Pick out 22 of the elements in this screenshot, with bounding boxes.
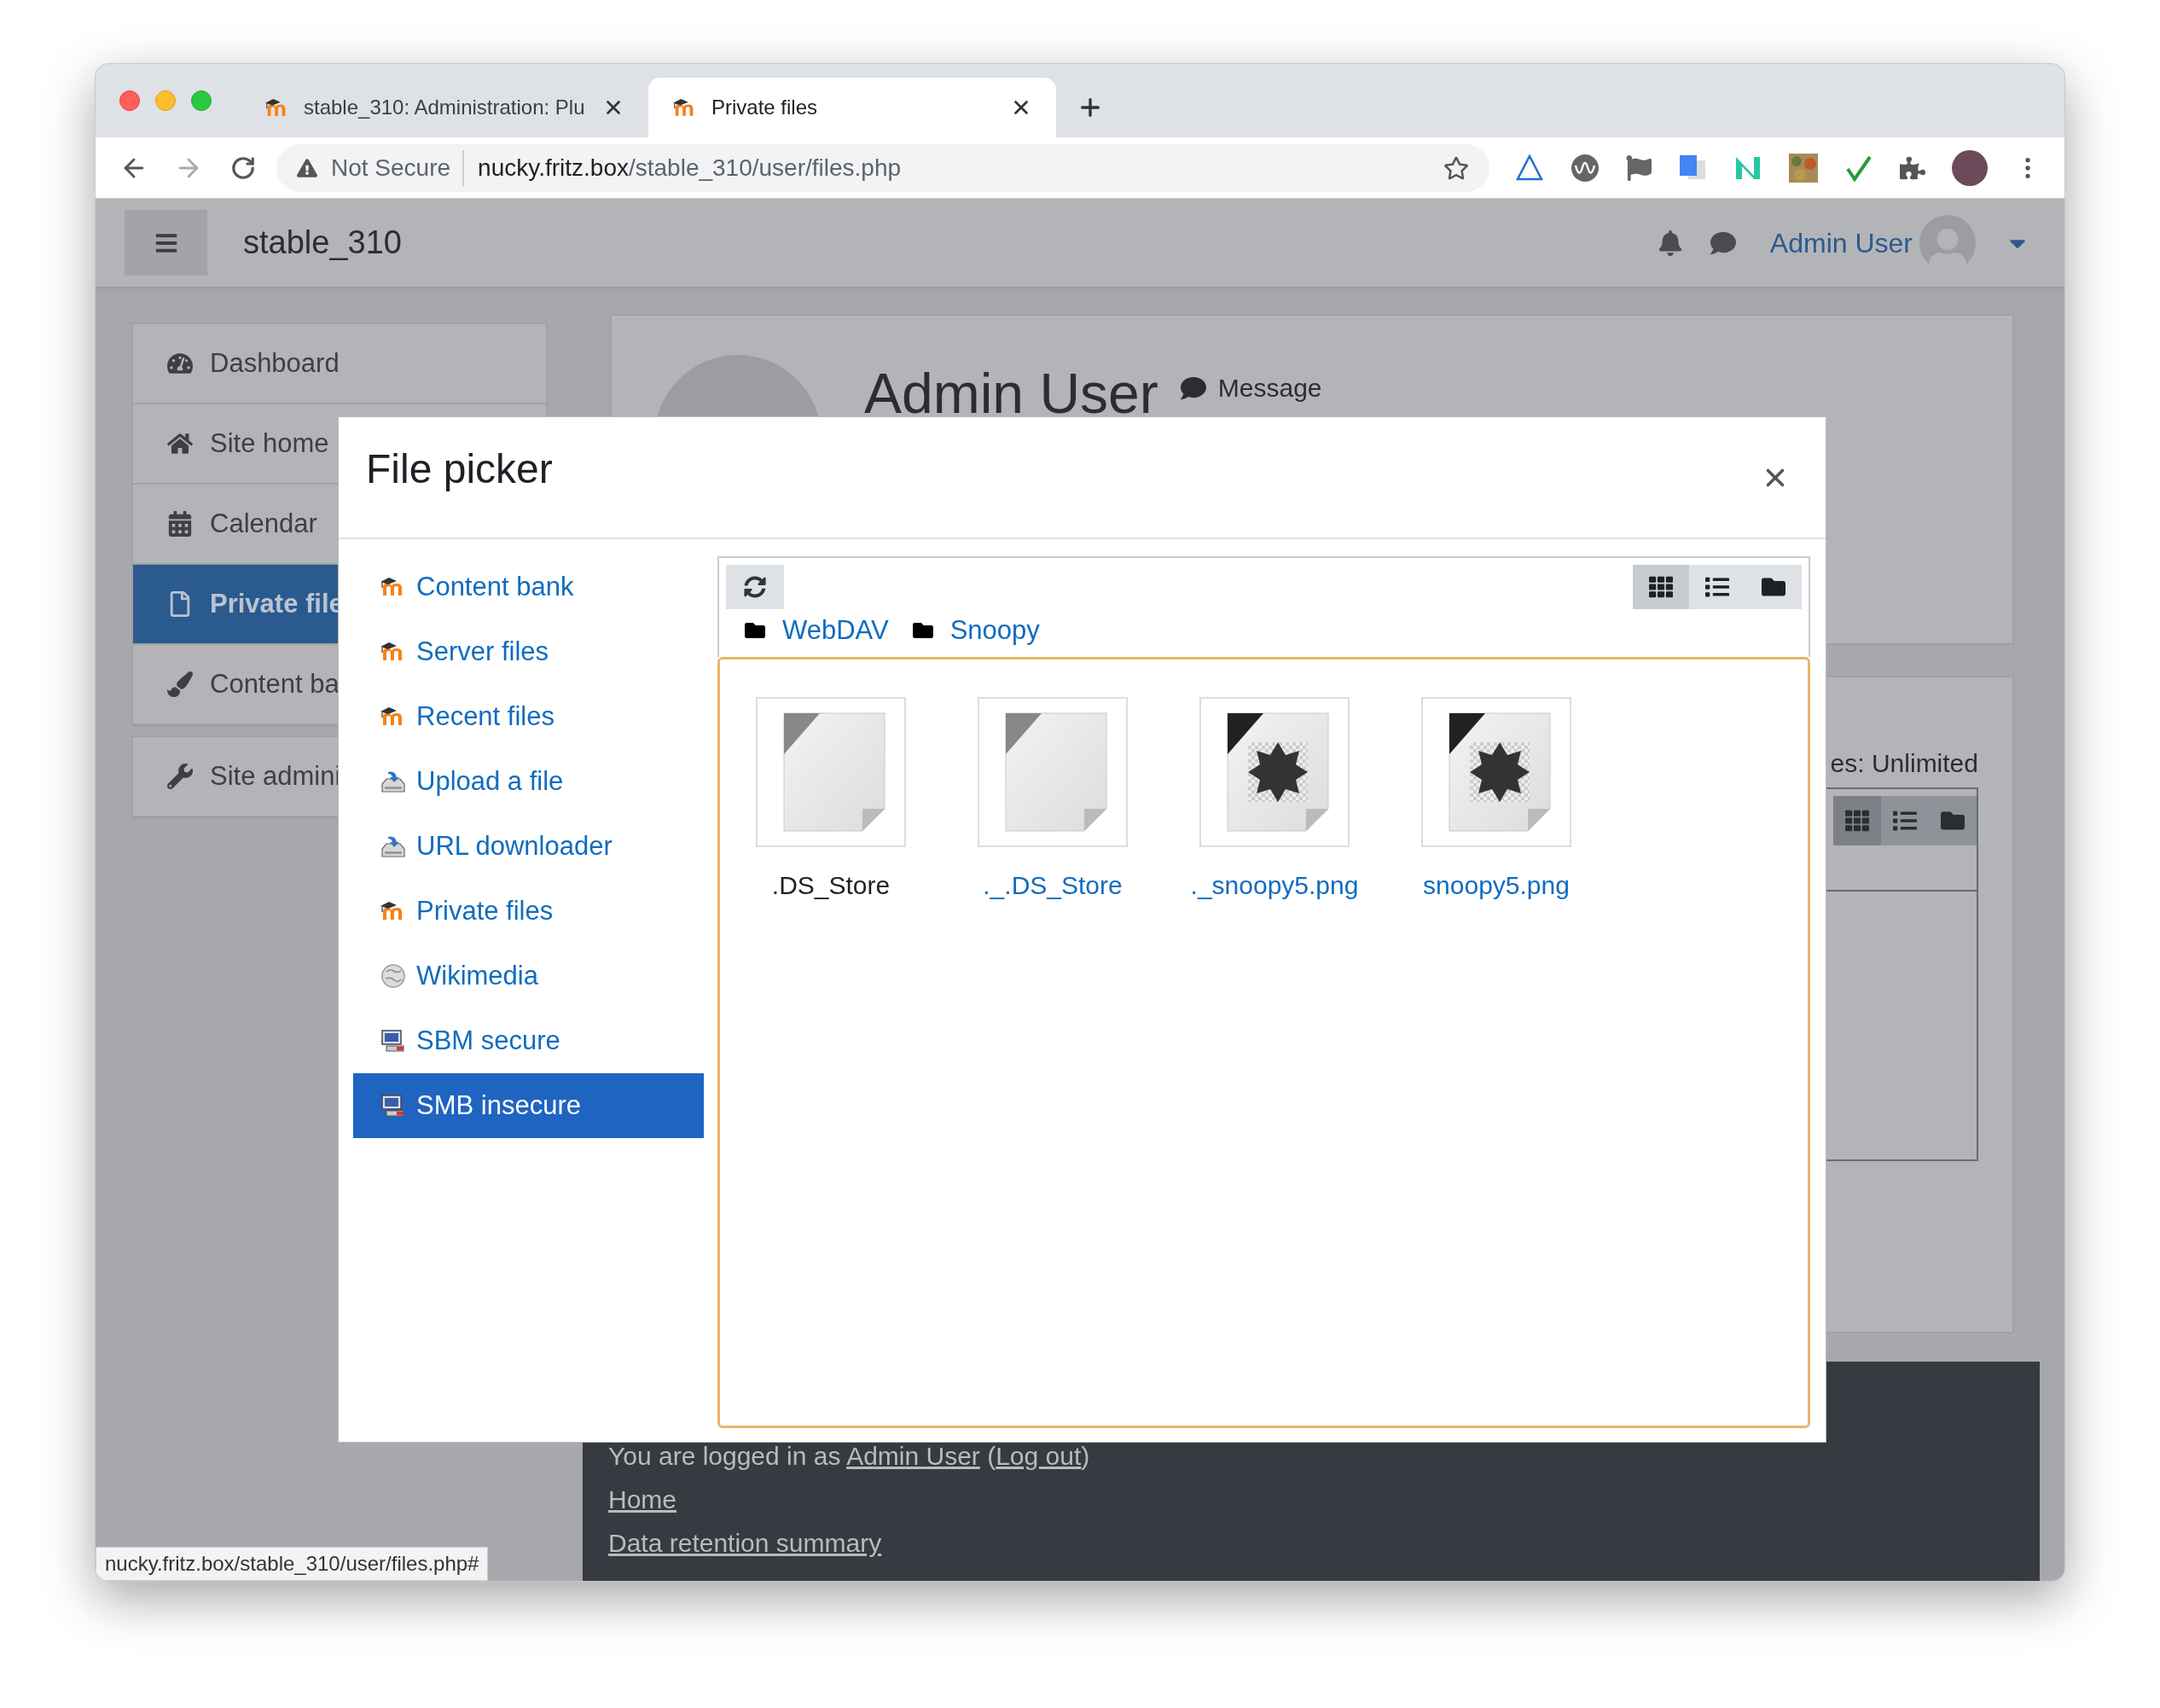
url-text: nucky.fritz.box/stable_310/user/files.php xyxy=(478,153,902,183)
nav-label: Calendar xyxy=(210,507,317,540)
repository-label: SBM secure xyxy=(416,1024,560,1057)
quota-text: es: Unlimited xyxy=(1830,748,1978,779)
nav-label: Content ba xyxy=(210,667,340,700)
repository-label: Content bank xyxy=(416,570,574,603)
repository-label: Private files xyxy=(416,894,554,927)
nav-label: Site home xyxy=(210,427,329,460)
profile-name: Admin User xyxy=(864,361,1158,427)
repository-label: Recent files xyxy=(416,700,555,733)
nav-label: Site admini xyxy=(210,759,341,793)
repository-label: URL downloader xyxy=(416,829,613,863)
dialog-title: File picker xyxy=(366,444,553,493)
nav-label: Dashboard xyxy=(210,346,340,380)
repository-label: Upload a file xyxy=(416,764,564,798)
tab-title: stable_310: Administration: Plu xyxy=(304,95,586,120)
repository-label: Wikimedia xyxy=(416,959,538,992)
security-label: Not Secure xyxy=(331,149,465,186)
status-url-tooltip: nucky.fritz.box/stable_310/user/files.php# xyxy=(96,1547,489,1581)
repository-label: Server files xyxy=(416,635,549,668)
tab-title: Private files xyxy=(711,95,819,120)
repository-label: SMB insecure xyxy=(416,1089,581,1122)
